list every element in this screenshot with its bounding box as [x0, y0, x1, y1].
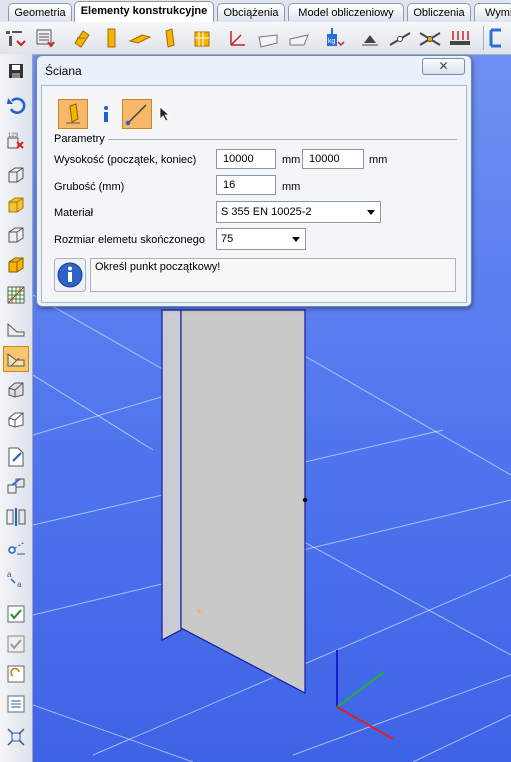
material-select[interactable]: S 355 EN 10025-2 — [216, 201, 381, 223]
axis-y — [336, 671, 385, 708]
wall-flange — [161, 309, 182, 641]
thickness-unit: mm — [282, 181, 301, 193]
recalculate-icon[interactable] — [3, 660, 29, 686]
height-start-input[interactable] — [216, 149, 276, 169]
plane-icon[interactable] — [257, 26, 281, 50]
mouse-cursor-icon — [159, 106, 171, 122]
close-button[interactable]: ✕ — [422, 58, 465, 75]
height-label: Wysokość (początek, koniec) — [54, 154, 197, 166]
beam-icon[interactable] — [70, 26, 94, 50]
svg-text:kg: kg — [328, 38, 336, 45]
distributed-load-icon[interactable] — [448, 26, 472, 50]
shell-outline-icon[interactable] — [3, 406, 29, 432]
thickness-label: Grubość (mm) — [54, 181, 125, 193]
release-icon[interactable] — [418, 26, 442, 50]
svg-text:a: a — [17, 580, 22, 589]
mesh-icon[interactable] — [3, 282, 29, 308]
list-check-icon[interactable] — [3, 690, 29, 716]
fe-size-label: Rozmiar elemetu skończonego — [54, 234, 206, 246]
wall-node-marker — [302, 497, 308, 503]
draw-line-icon — [125, 104, 147, 126]
info-icon — [104, 106, 108, 122]
edit-element-icon[interactable] — [3, 444, 29, 470]
zoom-extents-icon[interactable] — [3, 724, 29, 750]
slab-icon[interactable] — [128, 26, 152, 50]
shell-icon[interactable] — [3, 376, 29, 402]
plane-alt-icon[interactable] — [288, 26, 312, 50]
select-list-icon[interactable] — [3, 26, 27, 50]
delete-nodes-icon[interactable]: 123 — [3, 128, 29, 154]
section-divider — [108, 139, 457, 140]
axis-x — [336, 706, 394, 740]
info-button[interactable] — [91, 99, 121, 129]
left-toolbar: 123 aa — [0, 54, 33, 762]
save-icon[interactable] — [3, 58, 29, 84]
svg-text:123: 123 — [8, 133, 19, 139]
verify-icon[interactable] — [3, 630, 29, 656]
draw-line-button[interactable] — [122, 99, 152, 129]
tab-wymiary[interactable]: Wymi — [474, 3, 511, 21]
wall-mode-icon — [66, 103, 80, 124]
tab-geometria[interactable]: Geometria — [8, 3, 72, 21]
hinge-icon[interactable] — [388, 26, 412, 50]
section-icon[interactable] — [483, 26, 508, 50]
tab-obciazenia[interactable]: Obciążenia — [217, 3, 285, 21]
tab-obliczenia[interactable]: Obliczenia — [407, 3, 471, 21]
parameters-section-title: Parametry — [54, 133, 105, 145]
fe-size-selected-value: 75 — [221, 233, 234, 245]
chevron-down-icon — [367, 210, 375, 215]
height-end-unit: mm — [369, 154, 388, 166]
height-start-unit: mm — [282, 154, 301, 166]
ribbon-tab-bar: Geometria Elementy konstrukcyjne Obciąże… — [0, 0, 511, 23]
column-icon[interactable] — [99, 26, 123, 50]
tab-model-obliczeniowy[interactable]: Model obliczeniowy — [288, 3, 404, 21]
wall-tool-icon[interactable] — [3, 346, 29, 372]
cube-wire-icon[interactable] — [3, 162, 29, 188]
status-message: Określ punkt początkowy! — [90, 258, 456, 292]
cursor-snap-marker: + — [196, 607, 202, 618]
panel-icon[interactable] — [3, 316, 29, 342]
close-icon: ✕ — [438, 59, 449, 73]
support-icon[interactable] — [358, 26, 382, 50]
undo-icon[interactable] — [3, 92, 29, 118]
material-label: Materiał — [54, 207, 94, 219]
node-load-icon[interactable]: kg — [321, 26, 345, 50]
wall-dialog: Ściana ✕ Parametry Wysokość (początek, k… — [36, 55, 472, 307]
material-selected-value: S 355 EN 10025-2 — [221, 206, 312, 218]
rename-icon[interactable]: aa — [3, 566, 29, 592]
check-icon[interactable] — [3, 600, 29, 626]
rotate-icon[interactable] — [3, 534, 29, 560]
wall-panel[interactable] — [180, 309, 306, 694]
cube-yellow-icon[interactable] — [3, 252, 29, 278]
mirror-icon[interactable] — [3, 504, 29, 530]
top-toolbar: kg — [0, 22, 511, 55]
fe-size-select[interactable]: 75 — [216, 228, 306, 250]
wall-mode-button[interactable] — [58, 99, 88, 129]
dialog-body: Parametry Wysokość (początek, koniec) mm… — [41, 85, 467, 303]
cube-solid-icon[interactable] — [3, 192, 29, 218]
wall-icon[interactable] — [158, 26, 182, 50]
translate-icon[interactable] — [3, 474, 29, 500]
filter-list-icon[interactable] — [33, 26, 57, 50]
chevron-down-icon — [292, 237, 300, 242]
height-end-input[interactable] — [302, 149, 364, 169]
axes-icon[interactable] — [225, 26, 249, 50]
tab-elementy-konstrukcyjne[interactable]: Elementy konstrukcyjne — [74, 1, 214, 22]
thickness-input[interactable] — [216, 175, 276, 195]
cladding-icon[interactable] — [190, 26, 214, 50]
dialog-title: Ściana — [45, 64, 82, 78]
svg-text:a: a — [7, 570, 12, 579]
message-info-icon — [54, 258, 86, 292]
cube-outline-icon[interactable] — [3, 222, 29, 248]
